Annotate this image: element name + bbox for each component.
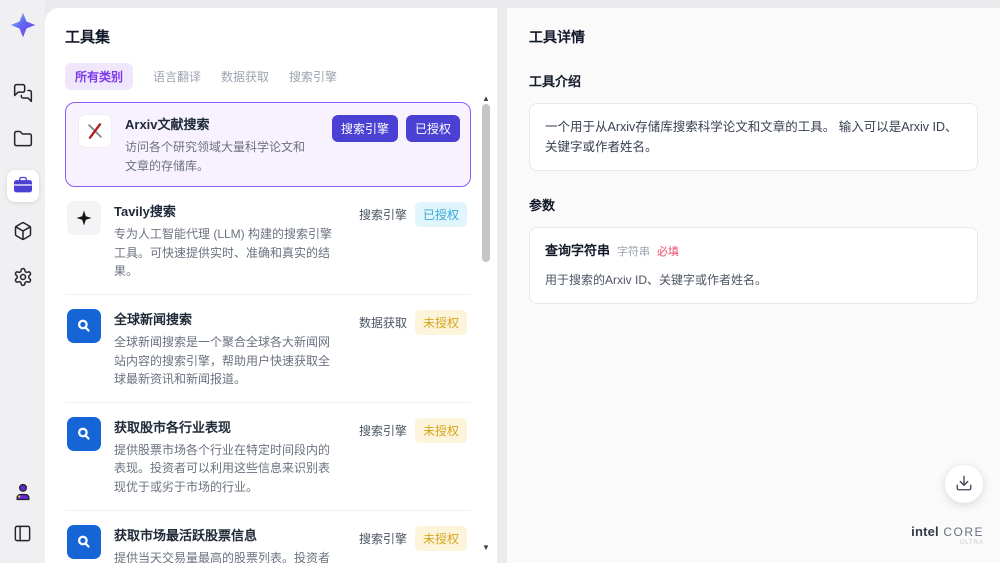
intel-core-logo: intel CORE ULTRA xyxy=(911,523,984,547)
category-label: 搜索引擎 xyxy=(358,208,407,223)
scrollbar-down-icon[interactable]: ▼ xyxy=(480,543,492,553)
category-badge[interactable]: 搜索引擎 xyxy=(331,115,398,142)
toolset-panel: 工具集 所有类别 语言翻译 数据获取 搜索引擎 Arxiv文献搜索 访问各个研究… xyxy=(45,8,497,563)
list-scrollbar[interactable]: ▲ ▼ xyxy=(480,94,492,553)
tool-description: 提供当天交易量最高的股票列表。投资者可以利用这些信息来识别流动性强的股票和潜在的… xyxy=(114,550,331,563)
user-icon xyxy=(13,482,33,505)
parameter-card: 查询字符串 字符串 必填 用于搜索的Arxiv ID、关键字或作者姓名。 xyxy=(529,227,978,304)
unauthorized-badge: 未授权 xyxy=(414,417,467,443)
sidebar-item-toolbox[interactable] xyxy=(6,170,39,202)
unauthorized-badge: 未授权 xyxy=(414,309,467,335)
sidebar-item-profile[interactable] xyxy=(7,477,39,509)
chat-icon xyxy=(13,83,33,106)
sidebar-bottom xyxy=(0,477,45,551)
intro-section-title: 工具介绍 xyxy=(529,74,582,89)
sidebar-item-files[interactable] xyxy=(7,124,39,156)
tool-card-global-news[interactable]: 全球新闻搜索 全球新闻搜索是一个聚合全球各大新闻网站内容的搜索引擎，帮助用户快速… xyxy=(65,295,471,403)
intel-wordmark: intel xyxy=(911,523,939,539)
tool-name: 获取市场最活跃股票信息 xyxy=(114,527,258,543)
tool-list: Arxiv文献搜索 访问各个研究领域大量科学论文和文章的存储库。 搜索引擎 已授… xyxy=(65,102,471,563)
scrollbar-thumb[interactable] xyxy=(482,104,490,262)
tool-card-tavily[interactable]: Tavily搜索 专为人工智能代理 (LLM) 构建的搜索引擎工具。可快速提供实… xyxy=(65,187,471,295)
param-type: 字符串 xyxy=(617,246,651,258)
tool-card-sector-performance[interactable]: 获取股市各行业表现 提供股票市场各个行业在特定时间段内的表现。投资者可以利用这些… xyxy=(65,403,471,511)
search-app-icon xyxy=(67,416,101,451)
sidebar-item-chat[interactable] xyxy=(7,78,39,110)
detail-title: 工具详情 xyxy=(529,29,585,45)
tab-all-categories[interactable]: 所有类别 xyxy=(65,63,134,90)
download-icon xyxy=(955,474,973,495)
tool-description: 全球新闻搜索是一个聚合全球各大新闻网站内容的搜索引擎，帮助用户快速获取全球最新资… xyxy=(114,334,331,387)
param-name: 查询字符串 xyxy=(545,243,611,258)
category-tabs: 所有类别 语言翻译 数据获取 搜索引擎 xyxy=(65,63,497,90)
search-app-icon xyxy=(67,524,101,559)
scrollbar-up-icon[interactable]: ▲ xyxy=(480,94,492,104)
tool-description: 访问各个研究领域大量科学论文和文章的存储库。 xyxy=(125,140,306,173)
ultra-wordmark: ULTRA xyxy=(959,540,984,547)
gear-icon xyxy=(13,267,33,290)
tool-card-most-active-stocks[interactable]: 获取市场最活跃股票信息 提供当天交易量最高的股票列表。投资者可以利用这些信息来识… xyxy=(65,511,471,563)
category-label: 搜索引擎 xyxy=(358,531,407,546)
search-app-icon xyxy=(67,308,101,343)
category-label: 数据获取 xyxy=(358,315,407,330)
tool-name: 全球新闻搜索 xyxy=(114,311,193,327)
tab-language-translation[interactable]: 语言翻译 xyxy=(153,68,201,85)
tool-intro-text: 一个用于从Arxiv存储库搜索科学论文和文章的工具。 输入可以是Arxiv ID… xyxy=(529,103,978,171)
sidebar-nav xyxy=(6,78,39,294)
tool-description: 专为人工智能代理 (LLM) 构建的搜索引擎工具。可快速提供实时、准确和真实的结… xyxy=(114,227,333,279)
core-wordmark: CORE xyxy=(943,524,984,539)
category-label: 搜索引擎 xyxy=(358,423,407,438)
param-required-flag: 必填 xyxy=(657,246,680,258)
page-title: 工具集 xyxy=(65,29,111,46)
app-logo-icon xyxy=(8,10,38,40)
arxiv-x-icon xyxy=(78,114,112,148)
sidebar-item-settings[interactable] xyxy=(7,262,39,294)
sidebar-item-plugins[interactable] xyxy=(7,216,39,248)
tab-data-acquisition[interactable]: 数据获取 xyxy=(221,68,269,85)
tool-name: Tavily搜索 xyxy=(114,204,176,220)
tab-search-engine[interactable]: 搜索引擎 xyxy=(289,68,337,85)
tool-detail-panel: 工具详情 工具介绍 一个用于从Arxiv存储库搜索科学论文和文章的工具。 输入可… xyxy=(507,8,1000,563)
folder-icon xyxy=(13,129,33,152)
tool-card-arxiv[interactable]: Arxiv文献搜索 访问各个研究领域大量科学论文和文章的存储库。 搜索引擎 已授… xyxy=(65,102,471,188)
sidebar xyxy=(0,0,45,563)
params-section-title: 参数 xyxy=(529,198,556,213)
unauthorized-badge: 未授权 xyxy=(414,525,467,551)
tool-name: 获取股市各行业表现 xyxy=(114,419,232,435)
download-button[interactable] xyxy=(945,465,983,503)
sparkle-icon xyxy=(67,201,101,236)
sidebar-item-collapse-panel[interactable] xyxy=(7,519,39,551)
panel-left-icon xyxy=(13,524,32,546)
app-window: 工具集 所有类别 语言翻译 数据获取 搜索引擎 Arxiv文献搜索 访问各个研究… xyxy=(0,0,1000,563)
param-description: 用于搜索的Arxiv ID、关键字或作者姓名。 xyxy=(545,272,768,287)
package-icon xyxy=(13,221,33,244)
authorized-badge: 已授权 xyxy=(414,202,467,228)
tool-description: 提供股票市场各个行业在特定时间段内的表现。投资者可以利用这些信息来识别表现优于或… xyxy=(114,442,331,494)
toolbox-icon xyxy=(13,175,33,198)
tool-name: Arxiv文献搜索 xyxy=(125,117,210,132)
authorized-badge[interactable]: 已授权 xyxy=(405,115,460,142)
